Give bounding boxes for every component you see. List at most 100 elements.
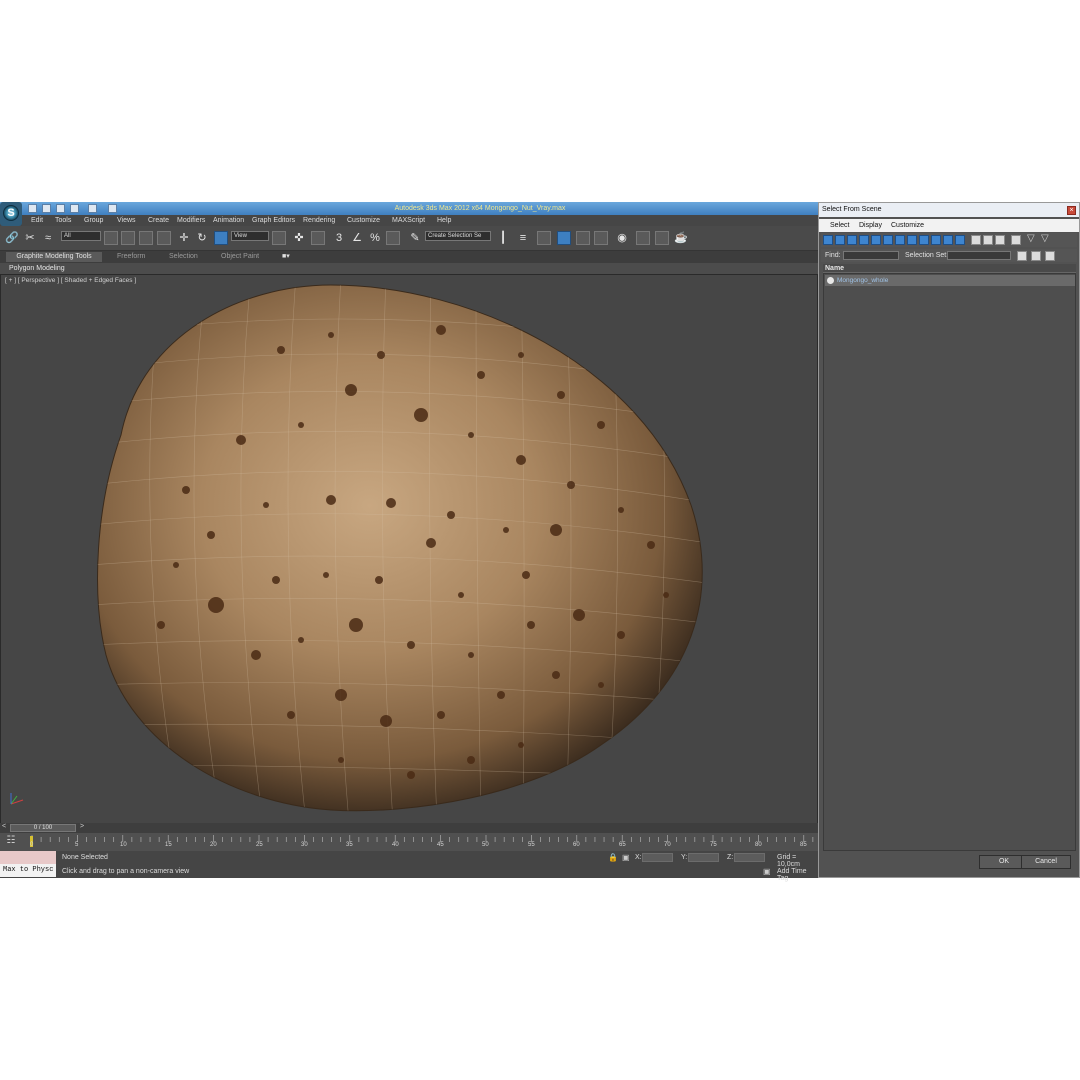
menu-maxscript[interactable]: MAXScript [392, 215, 425, 226]
percent-snap-icon[interactable]: % [368, 231, 382, 245]
menu-help[interactable]: Help [437, 215, 451, 226]
sync-selection-icon[interactable] [1011, 235, 1021, 245]
time-slider[interactable]: 0 / 100 [10, 824, 76, 832]
display-containers-icon[interactable] [931, 235, 941, 245]
select-and-move-icon[interactable]: ✛ [177, 231, 191, 245]
save-file-icon[interactable] [56, 204, 65, 213]
display-frozen-icon[interactable] [943, 235, 953, 245]
select-and-rotate-icon[interactable]: ↻ [195, 231, 209, 245]
object-list[interactable]: Mongongo_whole [823, 273, 1076, 851]
rectangular-selection-icon[interactable] [139, 231, 153, 245]
time-tag-icon[interactable]: ▣ [763, 867, 771, 876]
snaps-toggle-icon[interactable]: 3 [332, 231, 346, 245]
material-editor-icon[interactable]: ◉ [615, 231, 629, 245]
tab-graphite-modeling-tools[interactable]: Graphite Modeling Tools [6, 252, 102, 262]
cancel-button[interactable]: Cancel [1021, 855, 1071, 869]
layer-manager-icon[interactable] [537, 231, 551, 245]
selection-set-dropdown[interactable] [947, 251, 1011, 260]
render-production-icon[interactable]: ☕ [674, 231, 688, 245]
display-lights-icon[interactable] [847, 235, 857, 245]
unlink-icon[interactable]: ✂ [23, 231, 37, 245]
column-header-name[interactable]: Name [823, 264, 1076, 273]
next-frame-icon[interactable]: > [80, 823, 84, 830]
display-geometry-icon[interactable] [823, 235, 833, 245]
prev-frame-icon[interactable]: < [2, 823, 6, 830]
filter-icon[interactable]: ▽ [1027, 233, 1035, 244]
mirror-icon[interactable]: ┃ [496, 231, 510, 245]
display-none-icon[interactable] [983, 235, 993, 245]
project-folder-icon[interactable] [108, 204, 117, 213]
bind-space-warp-icon[interactable]: ≈ [41, 231, 55, 245]
display-xrefs-icon[interactable] [907, 235, 917, 245]
menu-group[interactable]: Group [84, 215, 103, 226]
display-invert-icon[interactable] [995, 235, 1005, 245]
select-children-icon[interactable] [1045, 251, 1055, 261]
display-groups-icon[interactable] [895, 235, 905, 245]
dialog-menu-customize[interactable]: Customize [891, 219, 924, 232]
align-icon[interactable]: ≡ [516, 231, 530, 245]
open-file-icon[interactable] [42, 204, 51, 213]
select-by-name-icon[interactable] [121, 231, 135, 245]
menu-graph-editors[interactable]: Graph Editors [252, 215, 295, 226]
new-file-icon[interactable] [28, 204, 37, 213]
window-crossing-icon[interactable] [157, 231, 171, 245]
display-space-warps-icon[interactable] [883, 235, 893, 245]
listener-output[interactable] [0, 851, 56, 864]
select-and-scale-icon[interactable] [214, 231, 228, 245]
named-selection-dropdown[interactable]: Create Selection Se [425, 231, 491, 241]
select-object-icon[interactable] [104, 231, 118, 245]
select-all-icon[interactable] [1017, 251, 1027, 261]
mongongo-nut-model[interactable] [1, 275, 817, 823]
keyboard-shortcut-icon[interactable] [311, 231, 325, 245]
perspective-viewport[interactable]: [ + ] [ Perspective ] [ Shaded + Edged F… [0, 274, 818, 824]
undo-icon[interactable] [70, 204, 79, 213]
dialog-menu-display[interactable]: Display [859, 219, 882, 232]
display-bones-icon[interactable] [919, 235, 929, 245]
ribbon-options-icon[interactable]: ■▾ [282, 251, 290, 263]
tab-selection[interactable]: Selection [169, 251, 198, 263]
angle-snap-icon[interactable]: ∠ [350, 231, 364, 245]
selection-filter-dropdown[interactable]: All [61, 231, 101, 241]
menu-edit[interactable]: Edit [31, 215, 43, 226]
maxscript-mini-listener[interactable]: Max to Physc [0, 851, 56, 878]
find-input[interactable] [843, 251, 899, 260]
filter-options-icon[interactable]: ▽ [1041, 233, 1049, 244]
display-all-icon[interactable] [971, 235, 981, 245]
track-bar[interactable]: ☷ 0 5 10 15 20 25 30 35 40 45 50 55 60 6… [0, 833, 818, 851]
schematic-view-icon[interactable] [594, 231, 608, 245]
list-item[interactable]: Mongongo_whole [825, 275, 1075, 286]
rendered-frame-window-icon[interactable] [655, 231, 669, 245]
tab-object-paint[interactable]: Object Paint [221, 251, 259, 263]
mini-curve-editor-icon[interactable]: ☷ [2, 835, 20, 848]
menu-tools[interactable]: Tools [55, 215, 71, 226]
graphite-ribbon-icon[interactable] [557, 231, 571, 245]
menu-views[interactable]: Views [117, 215, 136, 226]
redo-icon[interactable] [88, 204, 97, 213]
spinner-snap-icon[interactable] [386, 231, 400, 245]
display-helpers-icon[interactable] [871, 235, 881, 245]
curve-editor-icon[interactable] [576, 231, 590, 245]
listener-input[interactable]: Max to Physc [0, 864, 56, 877]
display-hidden-icon[interactable] [955, 235, 965, 245]
reference-coordinate-dropdown[interactable]: View [231, 231, 269, 241]
render-setup-icon[interactable] [636, 231, 650, 245]
menu-customize[interactable]: Customize [347, 215, 380, 226]
application-button[interactable]: S [0, 202, 22, 226]
panel-polygon-modeling[interactable]: Polygon Modeling [9, 263, 65, 274]
display-cameras-icon[interactable] [859, 235, 869, 245]
dialog-title-bar[interactable]: Select From Scene × [819, 203, 1079, 217]
menu-animation[interactable]: Animation [213, 215, 244, 226]
menu-modifiers[interactable]: Modifiers [177, 215, 205, 226]
lock-selection-icon[interactable]: 🔒 [608, 853, 618, 862]
select-and-link-icon[interactable]: 🔗 [5, 231, 19, 245]
absolute-mode-icon[interactable]: ▣ [622, 853, 630, 862]
add-time-tag[interactable]: Add Time Tag [777, 868, 818, 882]
x-coordinate-field[interactable] [642, 853, 673, 862]
display-shapes-icon[interactable] [835, 235, 845, 245]
dialog-menu-select[interactable]: Select [830, 219, 849, 232]
menu-rendering[interactable]: Rendering [303, 215, 335, 226]
pivot-center-icon[interactable] [272, 231, 286, 245]
select-manipulate-icon[interactable]: ✜ [292, 231, 306, 245]
select-dependents-icon[interactable] [1031, 251, 1041, 261]
edit-named-selection-icon[interactable]: ✎ [408, 231, 422, 245]
